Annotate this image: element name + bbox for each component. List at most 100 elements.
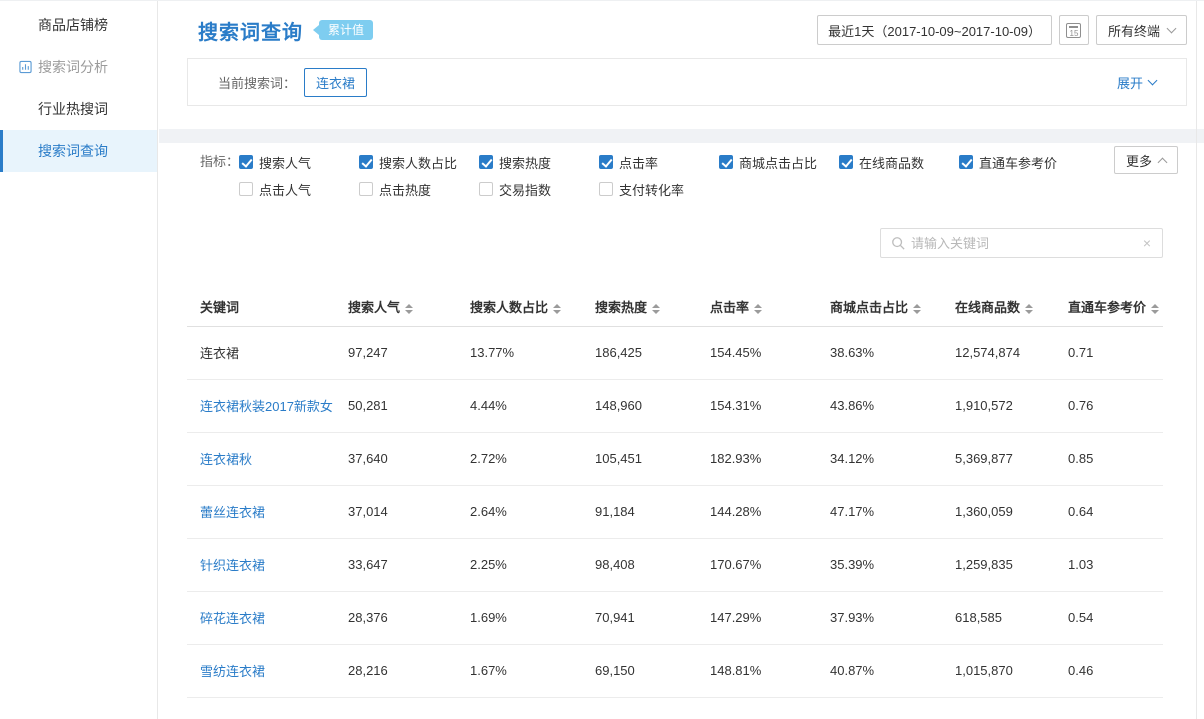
value-cell: 186,425: [582, 326, 697, 379]
keyword-cell[interactable]: 雪纺连衣裙: [187, 644, 335, 697]
table-row: 连衣裙 97,247 13.77% 186,425 154.45% 38.63%…: [187, 326, 1163, 379]
page-title: 搜索词查询: [198, 16, 303, 45]
table-row: 连衣裙秋装2017新款女 50,281 4.44% 148,960 154.31…: [187, 379, 1163, 432]
chevron-down-icon: [1167, 23, 1177, 33]
value-cell: 105,451: [582, 432, 697, 485]
metrics-bar: 指标： 搜索人气 搜索人数占比 搜索热度 点击率 商城点击占比 在线商品数 直通…: [159, 143, 1204, 198]
value-cell: 0.76: [1055, 379, 1163, 432]
calendar-icon: 15: [1066, 23, 1081, 38]
checkbox-icon: [479, 182, 493, 196]
clear-search-icon[interactable]: ×: [1132, 236, 1162, 250]
metric-checkbox[interactable]: 搜索人数占比: [359, 153, 479, 171]
main-content: 搜索词查询 累计值 最近1天（2017-10-09~2017-10-09） 15…: [159, 1, 1204, 719]
value-cell: 0.64: [1055, 485, 1163, 538]
cumulative-badge: 累计值: [319, 20, 373, 40]
column-header-label: 商城点击占比: [830, 300, 908, 315]
metric-checkbox[interactable]: 商城点击占比: [719, 153, 839, 171]
metrics-row-2: 点击人气 点击热度 交易指数 支付转化率: [239, 180, 1079, 198]
column-header[interactable]: 搜索人数占比: [457, 288, 582, 326]
keyword-cell[interactable]: 连衣裙: [187, 326, 335, 379]
value-cell: 618,585: [942, 591, 1055, 644]
keyword-cell[interactable]: 连衣裙秋: [187, 432, 335, 485]
search-input[interactable]: [905, 236, 1132, 251]
value-cell: 1.03: [1055, 538, 1163, 591]
metric-checkbox[interactable]: 搜索人气: [239, 153, 359, 171]
column-header[interactable]: 在线商品数: [942, 288, 1055, 326]
value-cell: 40.87%: [817, 644, 942, 697]
metric-checkbox-label: 直通车参考价: [979, 153, 1057, 172]
column-header[interactable]: 直通车参考价: [1055, 288, 1163, 326]
metric-checkbox[interactable]: 点击率: [599, 153, 719, 171]
value-cell: 97,247: [335, 326, 457, 379]
metrics-rows: 搜索人气 搜索人数占比 搜索热度 点击率 商城点击占比 在线商品数 直通车参考价…: [239, 153, 1079, 198]
value-cell: 1,360,059: [942, 485, 1055, 538]
header-row: 搜索词查询 累计值 最近1天（2017-10-09~2017-10-09） 15…: [159, 1, 1204, 45]
value-cell: 0.54: [1055, 591, 1163, 644]
keyword-search-box: ×: [880, 228, 1163, 258]
metric-checkbox-label: 搜索人数占比: [379, 153, 457, 172]
more-button[interactable]: 更多: [1114, 146, 1178, 174]
checkbox-icon: [239, 182, 253, 196]
column-header-label: 点击率: [710, 300, 749, 315]
date-range-picker[interactable]: 最近1天（2017-10-09~2017-10-09）: [817, 15, 1052, 45]
sidebar-item-industry-hot-words[interactable]: 行业热搜词: [0, 88, 157, 130]
value-cell: 33,647: [335, 538, 457, 591]
metric-checkbox-label: 支付转化率: [619, 180, 684, 199]
expand-label: 展开: [1117, 73, 1143, 92]
sort-icon[interactable]: [553, 304, 561, 314]
column-header[interactable]: 点击率: [697, 288, 817, 326]
checkbox-icon: [359, 155, 373, 169]
keyword-cell[interactable]: 碎花连衣裙: [187, 591, 335, 644]
current-keyword-chip[interactable]: 连衣裙: [304, 68, 367, 97]
header-card: 搜索词查询 累计值 最近1天（2017-10-09~2017-10-09） 15…: [159, 1, 1204, 129]
keyword-cell[interactable]: 蕾丝连衣裙: [187, 485, 335, 538]
metric-checkbox[interactable]: 点击人气: [239, 180, 359, 198]
value-cell: 43.86%: [817, 379, 942, 432]
metric-checkbox[interactable]: 点击热度: [359, 180, 479, 198]
checkbox-icon: [479, 155, 493, 169]
sort-icon[interactable]: [754, 304, 762, 314]
sort-icon[interactable]: [652, 304, 660, 314]
sidebar-item-product-shop-rank[interactable]: 商品店铺榜: [0, 4, 157, 46]
metric-checkbox[interactable]: 直通车参考价: [959, 153, 1079, 171]
column-header[interactable]: 搜索热度: [582, 288, 697, 326]
value-cell: 2.64%: [457, 485, 582, 538]
sort-icon[interactable]: [405, 304, 413, 314]
value-cell: 1,015,870: [942, 644, 1055, 697]
metric-checkbox[interactable]: 在线商品数: [839, 153, 959, 171]
column-header[interactable]: 搜索人气: [335, 288, 457, 326]
sort-icon[interactable]: [913, 304, 921, 314]
sidebar-item-search-word-analysis[interactable]: 搜索词分析: [0, 46, 157, 88]
metric-checkbox-label: 商城点击占比: [739, 153, 817, 172]
metric-checkbox-label: 点击率: [619, 153, 658, 172]
value-cell: 1.69%: [457, 591, 582, 644]
sort-icon[interactable]: [1025, 304, 1033, 314]
metric-checkbox[interactable]: 支付转化率: [599, 180, 719, 198]
sort-icon[interactable]: [1151, 304, 1159, 314]
keyword-cell[interactable]: 针织连衣裙: [187, 538, 335, 591]
calendar-button[interactable]: 15: [1059, 15, 1089, 45]
terminal-select[interactable]: 所有终端: [1096, 15, 1187, 45]
sidebar: 商品店铺榜 搜索词分析 行业热搜词 搜索词查询: [0, 1, 158, 719]
expand-toggle[interactable]: 展开: [1117, 73, 1156, 92]
search-row: ×: [159, 228, 1204, 258]
header-controls: 最近1天（2017-10-09~2017-10-09） 15 所有终端: [817, 15, 1187, 45]
chevron-down-icon: [1148, 75, 1158, 85]
chevron-up-icon: [1158, 157, 1168, 167]
metrics-row-1: 搜索人气 搜索人数占比 搜索热度 点击率 商城点击占比 在线商品数 直通车参考价: [239, 153, 1079, 171]
checkbox-icon: [599, 155, 613, 169]
metric-checkbox[interactable]: 交易指数: [479, 180, 599, 198]
sidebar-item-label: 搜索词查询: [38, 141, 108, 161]
value-cell: 148.81%: [697, 644, 817, 697]
column-header[interactable]: 关键词: [187, 288, 335, 326]
value-cell: 2.25%: [457, 538, 582, 591]
column-header[interactable]: 商城点击占比: [817, 288, 942, 326]
value-cell: 154.31%: [697, 379, 817, 432]
sidebar-item-search-word-query[interactable]: 搜索词查询: [0, 130, 157, 172]
metric-checkbox[interactable]: 搜索热度: [479, 153, 599, 171]
scrollbar-track[interactable]: [1196, 1, 1197, 719]
value-cell: 98,408: [582, 538, 697, 591]
keyword-cell[interactable]: 连衣裙秋装2017新款女: [187, 379, 335, 432]
value-cell: 1,910,572: [942, 379, 1055, 432]
value-cell: 12,574,874: [942, 326, 1055, 379]
